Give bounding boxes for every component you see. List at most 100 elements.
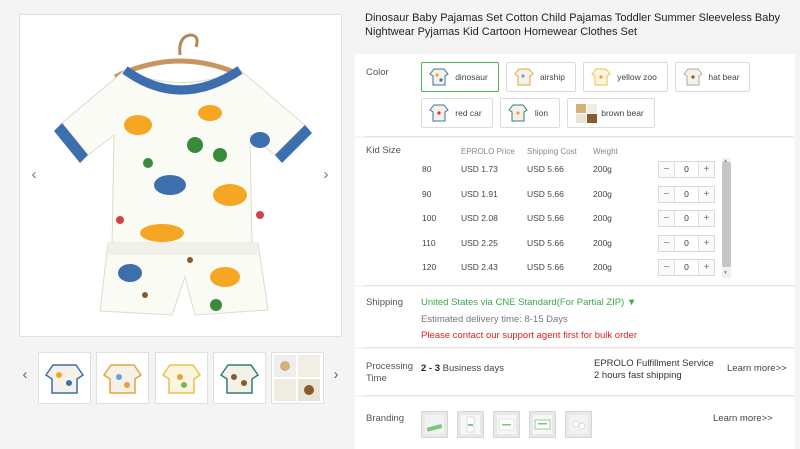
days-separator: -: [426, 363, 435, 374]
thumbnail-4[interactable]: [213, 352, 266, 404]
main-product-image[interactable]: ‹ ›: [19, 14, 342, 337]
thumbnail-2[interactable]: [96, 352, 149, 404]
thumb-next-arrow[interactable]: ›: [330, 366, 342, 383]
price-value: USD 2.43: [461, 262, 498, 272]
size-value: 120: [422, 262, 437, 272]
prev-image-arrow[interactable]: ‹: [26, 163, 42, 187]
increment-button[interactable]: +: [699, 260, 714, 275]
thumbnail-image: [161, 364, 202, 394]
weight-value: 200g: [593, 213, 612, 223]
increment-button[interactable]: +: [699, 236, 714, 251]
color-option-red-car[interactable]: red car: [421, 98, 493, 128]
price-value: USD 2.08: [461, 213, 498, 223]
days-suffix: Business days: [440, 363, 504, 374]
branding-option-1[interactable]: [421, 411, 448, 438]
product-title: Dinosaur Baby Pajamas Set Cotton Child P…: [365, 12, 780, 38]
processing-days: 2 - 3 Business days: [421, 363, 504, 374]
increment-button[interactable]: +: [699, 162, 714, 177]
branding-label-icon: [533, 415, 552, 434]
branding-option-4[interactable]: [529, 411, 556, 438]
color-option-hat-bear[interactable]: hat bear: [675, 62, 750, 92]
thumbnail-3[interactable]: [155, 352, 208, 404]
swatch-hat-bear-icon: [683, 66, 703, 88]
shipping-value: USD 5.66: [527, 164, 564, 174]
shipping-method-dropdown[interactable]: United States via CNE Standard(For Parti…: [421, 297, 636, 308]
shipping-value: USD 5.66: [527, 262, 564, 272]
swatch-airship-icon: [514, 66, 534, 88]
color-option-dinosaur[interactable]: dinosaur: [421, 62, 499, 92]
thumbnail-1[interactable]: [38, 352, 91, 404]
branding-label: Branding: [366, 413, 405, 424]
size-value: 110: [422, 238, 436, 248]
branding-option-5[interactable]: [565, 411, 592, 438]
quantity-stepper: − 0 +: [658, 235, 715, 252]
quantity-input[interactable]: 0: [674, 211, 699, 226]
branding-learn-more-link[interactable]: Learn more>>: [713, 413, 773, 424]
weight-value: 200g: [593, 238, 612, 248]
shipping-value: USD 5.66: [527, 189, 564, 199]
divider: [365, 136, 793, 137]
branding-tag-icon: [461, 415, 480, 434]
weight-value: 200g: [593, 262, 612, 272]
quantity-stepper: − 0 +: [658, 210, 715, 227]
increment-button[interactable]: +: [699, 211, 714, 226]
quantity-input[interactable]: 0: [674, 260, 699, 275]
processing-label: Processing: [366, 361, 413, 372]
next-image-arrow[interactable]: ›: [318, 163, 334, 187]
thumbnail-image: [274, 355, 320, 401]
quantity-stepper: − 0 +: [658, 186, 715, 203]
quantity-stepper: − 0 +: [658, 259, 715, 276]
size-value: 80: [422, 164, 432, 174]
swatch-brown-bear-icon: [575, 102, 597, 124]
decrement-button[interactable]: −: [659, 236, 674, 251]
color-option-label: red car: [455, 108, 482, 118]
thumbnail-strip: ‹ ›: [19, 352, 345, 404]
column-header-weight: Weight: [593, 147, 618, 156]
quantity-input[interactable]: 0: [674, 236, 699, 251]
color-option-label: yellow zoo: [617, 72, 657, 82]
decrement-button[interactable]: −: [659, 187, 674, 202]
color-option-label: airship: [539, 72, 566, 82]
pajama-illustration: [54, 33, 312, 316]
scrollbar-thumb[interactable]: [722, 162, 731, 267]
color-option-label: hat bear: [708, 72, 740, 82]
scroll-up-icon[interactable]: ▲: [723, 158, 728, 164]
swatch-dinosaur-icon: [429, 66, 449, 88]
color-option-brown-bear[interactable]: brown bear: [567, 98, 655, 128]
price-value: USD 2.25: [461, 238, 498, 248]
divider: [365, 347, 793, 348]
branding-card-icon: [497, 415, 516, 434]
processing-learn-more-link[interactable]: Learn more>>: [727, 363, 787, 374]
fulfillment-subtitle: 2 hours fast shipping: [594, 370, 682, 381]
branding-option-3[interactable]: [493, 411, 520, 438]
shipping-label: Shipping: [366, 297, 403, 308]
quantity-input[interactable]: 0: [674, 162, 699, 177]
size-value: 90: [422, 189, 432, 199]
branding-sticker-icon: [569, 415, 588, 434]
decrement-button[interactable]: −: [659, 162, 674, 177]
column-header-price: EPROLO Price: [461, 147, 515, 156]
scroll-down-icon[interactable]: ▼: [723, 270, 728, 276]
thumb-prev-arrow[interactable]: ‹: [19, 366, 31, 383]
increment-button[interactable]: +: [699, 187, 714, 202]
branding-tape-icon: [425, 415, 444, 434]
branding-option-2[interactable]: [457, 411, 484, 438]
decrement-button[interactable]: −: [659, 260, 674, 275]
color-option-airship[interactable]: airship: [506, 62, 576, 92]
fulfillment-service: EPROLO Fulfillment Service 2 hours fast …: [594, 358, 714, 382]
swatch-yellow-zoo-icon: [591, 66, 611, 88]
color-option-label: dinosaur: [455, 72, 488, 82]
thumbnail-image: [102, 364, 143, 394]
quantity-input[interactable]: 0: [674, 187, 699, 202]
thumbnail-image: [44, 364, 85, 394]
weight-value: 200g: [593, 164, 612, 174]
thumbnail-5[interactable]: [271, 352, 324, 404]
size-label: Kid Size: [366, 145, 401, 156]
weight-value: 200g: [593, 189, 612, 199]
fulfillment-title: EPROLO Fulfillment Service: [594, 358, 714, 369]
decrement-button[interactable]: −: [659, 211, 674, 226]
color-label: Color: [366, 67, 389, 78]
color-option-yellow-zoo[interactable]: yellow zoo: [583, 62, 668, 92]
divider: [365, 395, 793, 396]
color-option-lion[interactable]: lion: [500, 98, 560, 128]
